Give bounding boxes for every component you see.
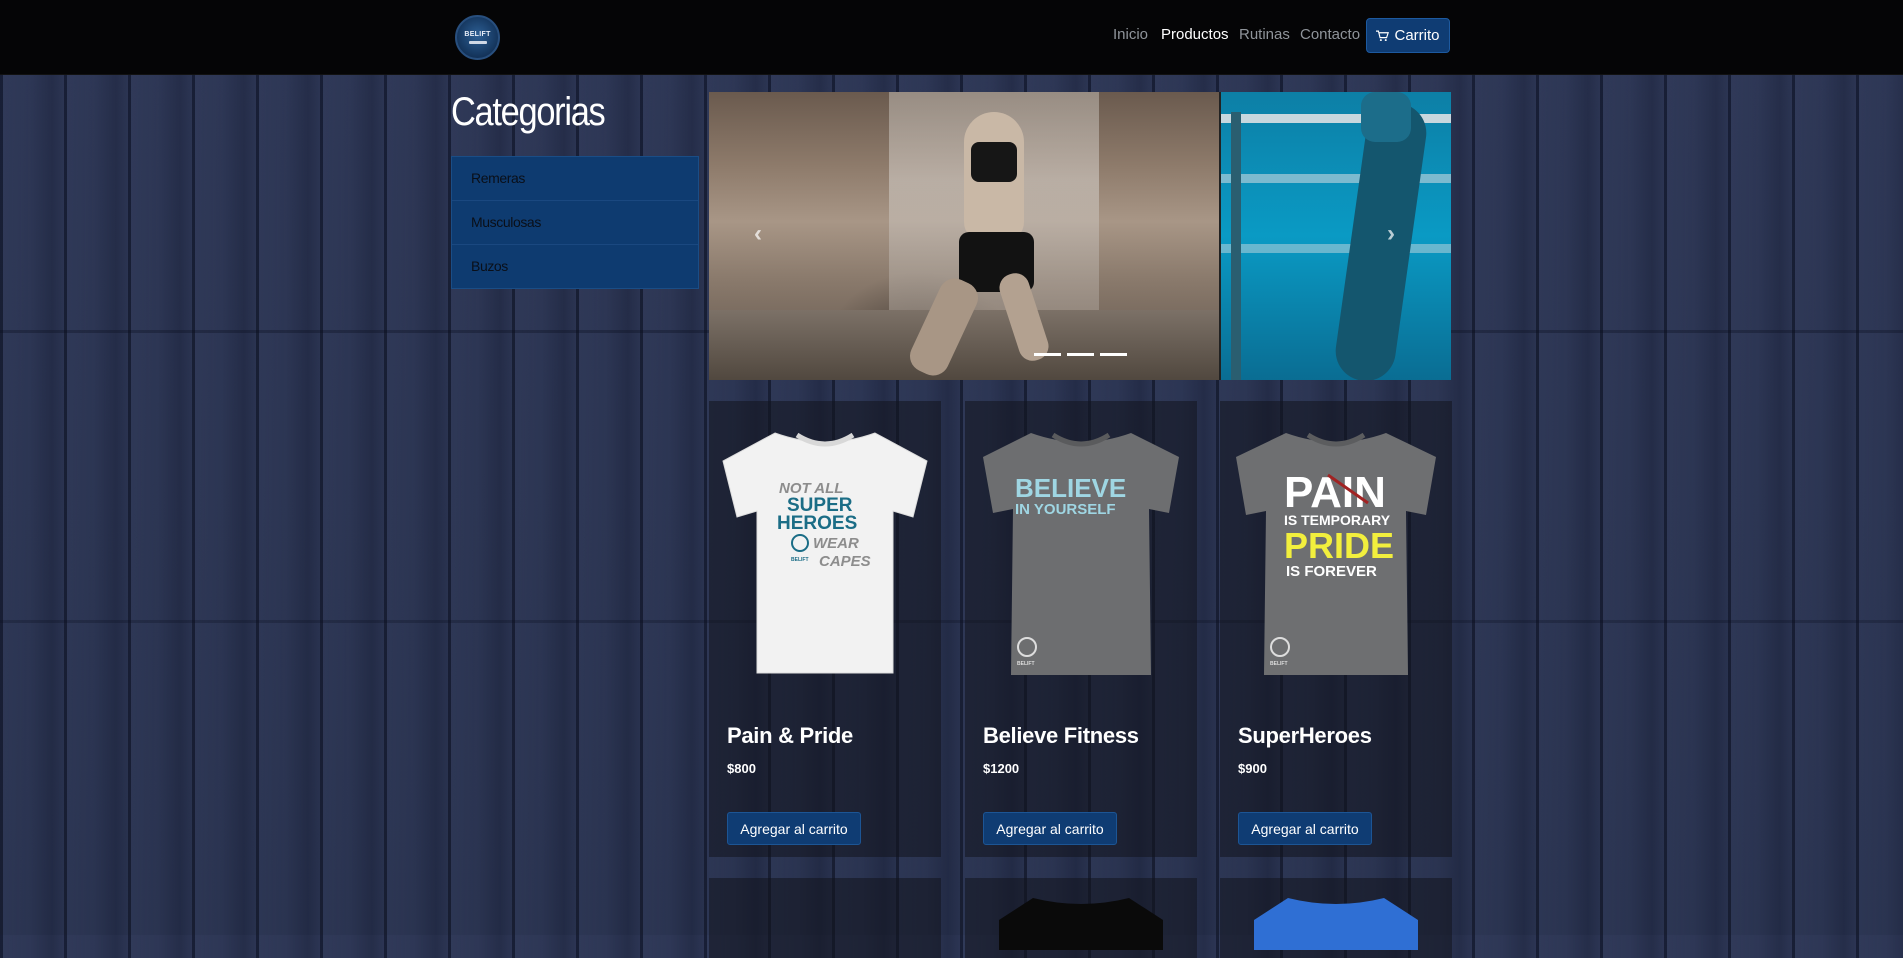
carousel-indicators bbox=[1034, 353, 1127, 356]
product-price: $800 bbox=[727, 761, 756, 776]
add-to-cart-button[interactable]: Agregar al carrito bbox=[1238, 812, 1372, 845]
categories-title: Categorias bbox=[451, 90, 606, 134]
print-line: PAIN bbox=[1284, 468, 1386, 517]
product-card: BELIEVE IN YOURSELF BELIFT Believe Fitne… bbox=[965, 401, 1197, 857]
navbar: BELIFT Inicio Productos Rutinas Contacto… bbox=[0, 0, 1903, 75]
nav-link-inicio[interactable]: Inicio bbox=[1113, 26, 1148, 43]
rack-bar bbox=[1221, 244, 1451, 253]
logo-text: BELIFT bbox=[464, 31, 491, 38]
print-brand: BELIFT bbox=[1270, 661, 1288, 667]
product-card bbox=[1220, 878, 1452, 958]
carousel-indicator-1[interactable] bbox=[1034, 353, 1061, 356]
runner-top bbox=[971, 142, 1017, 182]
brand-logo[interactable]: BELIFT bbox=[455, 15, 500, 60]
product-price: $900 bbox=[1238, 761, 1267, 776]
product-image-tshirt[interactable]: PAIN IS TEMPORARY PRIDE IS FOREVER BELIF… bbox=[1228, 421, 1444, 681]
cart-label: Carrito bbox=[1394, 27, 1440, 44]
print-line: BELIEVE bbox=[1015, 473, 1126, 503]
add-to-cart-button[interactable]: Agregar al carrito bbox=[983, 812, 1117, 845]
print-line: HEROES bbox=[777, 513, 857, 534]
product-card bbox=[965, 878, 1197, 958]
chevron-left-icon[interactable]: ‹ bbox=[754, 220, 762, 248]
cart-button[interactable]: Carrito bbox=[1366, 18, 1450, 53]
product-image-tshirt[interactable]: NOT ALL SUPER HEROES WEAR CAPES BELIFT bbox=[717, 421, 933, 681]
carousel-slide-pullup bbox=[1219, 92, 1451, 380]
product-price: $1200 bbox=[983, 761, 1020, 776]
carousel-indicator-3[interactable] bbox=[1100, 353, 1127, 356]
category-item-buzos[interactable]: Buzos bbox=[452, 245, 698, 288]
rack-post bbox=[1231, 112, 1241, 380]
product-image-tshirt[interactable] bbox=[973, 890, 1189, 950]
nav-link-rutinas[interactable]: Rutinas bbox=[1239, 26, 1290, 43]
print-line: IS FOREVER bbox=[1286, 563, 1377, 580]
print-line: IN YOURSELF bbox=[1015, 501, 1116, 518]
chevron-right-icon[interactable]: › bbox=[1387, 220, 1395, 248]
product-name: SuperHeroes bbox=[1238, 723, 1372, 748]
product-card: PAIN IS TEMPORARY PRIDE IS FOREVER BELIF… bbox=[1220, 401, 1452, 857]
category-list: Remeras Musculosas Buzos bbox=[451, 156, 699, 289]
product-image-tshirt[interactable]: BELIEVE IN YOURSELF BELIFT bbox=[973, 421, 1189, 681]
dumbbell-icon bbox=[468, 41, 487, 44]
product-name: Believe Fitness bbox=[983, 723, 1139, 748]
carousel-indicator-2[interactable] bbox=[1067, 353, 1094, 356]
fist-figure bbox=[1361, 92, 1411, 142]
print-brand: BELIFT bbox=[1017, 661, 1035, 667]
product-card: NOT ALL SUPER HEROES WEAR CAPES BELIFT P… bbox=[709, 401, 941, 857]
print-line: PRIDE bbox=[1284, 525, 1394, 566]
print-line: CAPES bbox=[819, 553, 871, 570]
product-name: Pain & Pride bbox=[727, 723, 853, 748]
print-brand: BELIFT bbox=[791, 557, 809, 563]
category-item-musculosas[interactable]: Musculosas bbox=[452, 201, 698, 245]
nav-link-contacto[interactable]: Contacto bbox=[1300, 26, 1360, 43]
product-image-tshirt[interactable] bbox=[1228, 890, 1444, 950]
product-card bbox=[709, 878, 941, 958]
print-line: WEAR bbox=[813, 535, 859, 552]
cart-icon bbox=[1376, 30, 1390, 41]
hero-carousel: ‹ › bbox=[709, 92, 1451, 380]
add-to-cart-button[interactable]: Agregar al carrito bbox=[727, 812, 861, 845]
carousel-slide-runner bbox=[709, 92, 1219, 380]
category-item-remeras[interactable]: Remeras bbox=[452, 157, 698, 201]
nav-link-productos[interactable]: Productos bbox=[1161, 26, 1229, 43]
